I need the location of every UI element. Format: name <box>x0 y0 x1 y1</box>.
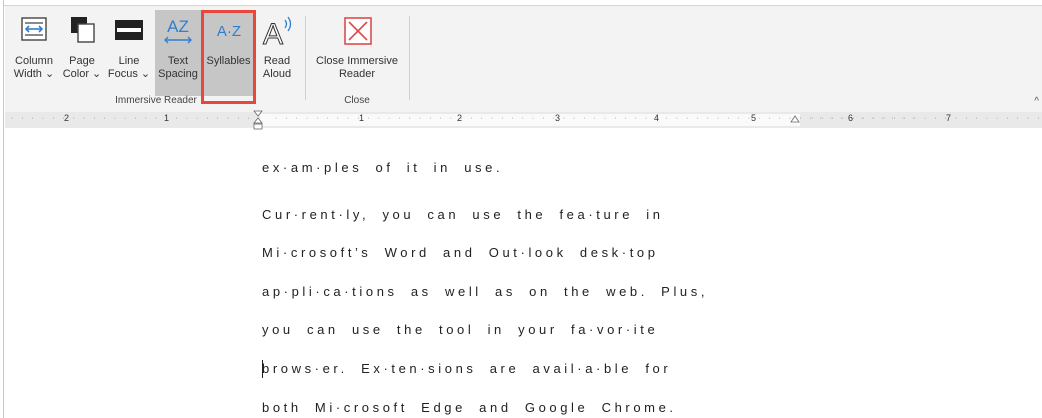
document-line: ex·am·ples of it in use. <box>262 160 504 175</box>
ruler-number: 2 <box>64 113 70 123</box>
column-width-label-2: Width ⌄ <box>13 68 55 80</box>
text-spacing-icon: AZ <box>164 17 192 44</box>
group-label-immersive-reader: Immersive Reader <box>115 95 197 106</box>
line-focus-icon <box>115 20 143 40</box>
line-focus-button[interactable]: Line Focus ⌄ <box>107 10 151 96</box>
close-label-2: Reader <box>338 68 376 80</box>
read-aloud-icon: A <box>262 16 292 48</box>
text-spacing-button[interactable]: AZ Text Spacing <box>155 10 201 96</box>
column-width-label-1: Column <box>15 55 53 67</box>
close-label-1: Close Immersive <box>316 55 398 67</box>
right-indent-marker-icon[interactable] <box>790 112 800 124</box>
line-focus-label-2: Focus ⌄ <box>107 68 151 80</box>
ruler-number: 6 <box>848 113 854 123</box>
column-width-button[interactable]: Column Width ⌄ <box>11 10 57 96</box>
svg-text:AZ: AZ <box>167 17 189 36</box>
page-color-button[interactable]: Page Color ⌄ <box>61 10 103 96</box>
page-color-label-2: Color ⌄ <box>62 68 102 80</box>
close-immersive-reader-button[interactable]: Close Immersive Reader <box>309 10 405 96</box>
window-left-edge <box>0 0 4 418</box>
group-label-close: Close <box>344 95 370 106</box>
document-line: brows·er. Ex·ten·sions are avail·a·ble f… <box>262 361 672 376</box>
svg-text:A: A <box>263 18 283 48</box>
syllables-highlight-box <box>201 10 256 104</box>
line-focus-label-1: Line <box>118 55 140 67</box>
ribbon-immersive-reader: Column Width ⌄ Page Color ⌄ Line Focus ⌄… <box>5 6 1042 112</box>
ruler-number: 4 <box>654 113 660 123</box>
group-separator-2 <box>409 16 410 100</box>
indent-marker-icon[interactable] <box>253 110 263 130</box>
read-aloud-label-1: Read <box>263 55 291 67</box>
document-line: Cur·rent·ly, you can use the fea·ture in <box>262 207 664 222</box>
collapse-ribbon-icon[interactable]: ^ <box>1034 96 1039 107</box>
ruler-ticks: · · · · · · · · · · · · · · · · · · · · … <box>11 115 253 122</box>
read-aloud-button[interactable]: A Read Aloud <box>257 10 297 96</box>
ruler-number: 1 <box>359 113 365 123</box>
close-icon <box>344 17 372 45</box>
text-spacing-label-2: Spacing <box>158 68 198 80</box>
document-line: Mi·crosoft’s Word and Out·look desk·top <box>262 245 659 260</box>
ruler-number: 5 <box>751 113 757 123</box>
document-line: ap·pli·ca·tions as well as on the web. P… <box>262 284 709 299</box>
page-color-label-1: Page <box>69 55 95 67</box>
ruler-number: 1 <box>164 113 170 123</box>
group-separator <box>305 16 306 100</box>
page-color-icon <box>71 17 95 43</box>
ruler-number: 3 <box>555 113 561 123</box>
ruler-ticks: · · · · · · · · · · · · · · · · · · · · … <box>811 115 1042 122</box>
ruler-number: 2 <box>457 113 463 123</box>
column-width-icon <box>21 17 47 41</box>
text-cursor <box>262 360 263 378</box>
document-line: you can use the tool in your fa·vor·ite <box>262 322 659 337</box>
ruler-number: 7 <box>946 113 952 123</box>
horizontal-ruler[interactable]: · · · · · · · · · · · · · · · · · · · · … <box>5 112 1042 128</box>
text-spacing-label-1: Text <box>167 55 189 67</box>
read-aloud-label-2: Aloud <box>262 68 292 80</box>
document-line: both Mi·crosoft Edge and Google Chrome. <box>262 400 677 415</box>
